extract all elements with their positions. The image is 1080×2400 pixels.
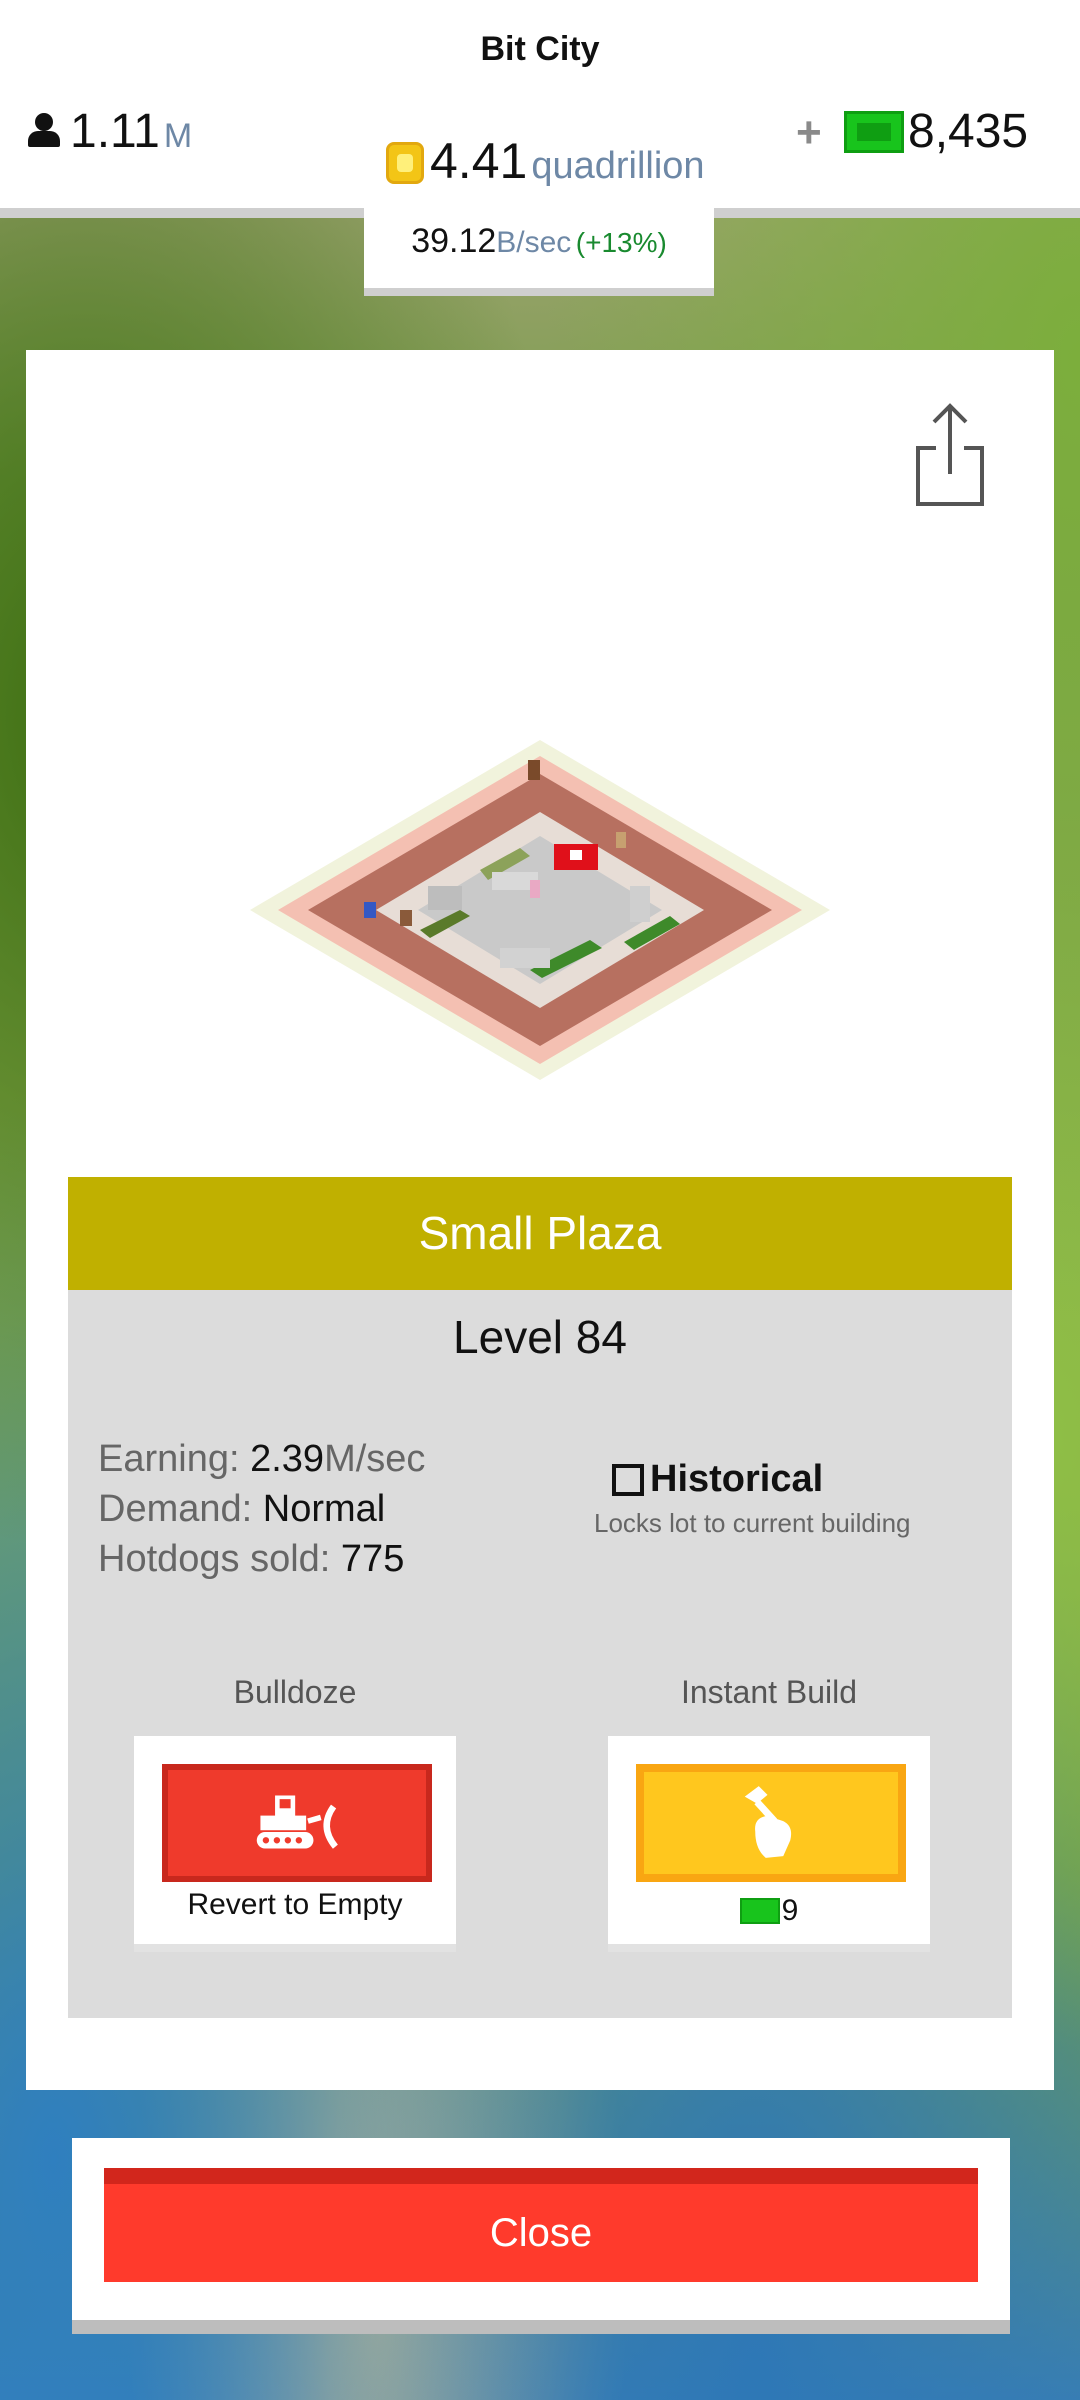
- demand-value: Normal: [262, 1488, 386, 1530]
- bulldoze-card[interactable]: Revert to Empty: [134, 1736, 456, 1952]
- hammer-hand-icon: [744, 1786, 792, 1858]
- cash-counter[interactable]: 8,435: [844, 104, 1028, 159]
- building-info: Level 84 Earning: 2.39M/sec Demand: Norm…: [68, 1290, 1012, 2018]
- population-counter: 1.11 M: [26, 104, 192, 159]
- coin-icon: [386, 142, 424, 184]
- earning-stat: Earning: 2.39M/sec: [98, 1438, 425, 1481]
- coins-value: 4.41: [430, 133, 528, 189]
- building-level: Level 84: [453, 1311, 627, 1363]
- hotdogs-label: Hotdogs sold:: [98, 1538, 341, 1580]
- cash-icon: [844, 110, 904, 153]
- building-name: Small Plaza: [68, 1177, 1012, 1290]
- person-icon: [26, 113, 62, 149]
- hotdogs-value: 775: [340, 1538, 405, 1580]
- instant-build-card[interactable]: 9: [608, 1736, 930, 1952]
- instant-build-cost: 9: [608, 1894, 930, 1928]
- bulldoze-caption: Revert to Empty: [187, 1888, 403, 1921]
- earning-label: Earning:: [98, 1438, 251, 1480]
- demand-label: Demand:: [98, 1488, 263, 1530]
- close-button[interactable]: Close: [104, 2168, 978, 2282]
- instant-build-cost-value: 9: [781, 1894, 799, 1927]
- demand-stat: Demand: Normal: [98, 1488, 385, 1531]
- share-icon[interactable]: [910, 400, 990, 510]
- population-value: 1.11: [70, 105, 160, 158]
- historical-toggle[interactable]: Historical: [612, 1458, 823, 1501]
- buy-cash-plus[interactable]: +: [796, 108, 822, 158]
- bulldoze-button[interactable]: [162, 1764, 432, 1882]
- population-unit: M: [163, 117, 193, 155]
- close-area: Close: [72, 2138, 1010, 2334]
- building-preview: [250, 740, 830, 1080]
- rate-bonus: (+13%): [575, 227, 667, 258]
- hotdogs-stat: Hotdogs sold: 775: [98, 1538, 404, 1581]
- earning-unit: M/sec: [324, 1438, 426, 1480]
- app-title: Bit City: [480, 30, 600, 68]
- coins-counter: 4.41 quadrillion: [386, 132, 705, 190]
- cash-icon: [739, 1898, 780, 1924]
- bulldozer-icon: [256, 1795, 338, 1849]
- bulldoze-label: Bulldoze: [233, 1674, 357, 1710]
- coins-unit: quadrillion: [531, 145, 705, 187]
- instant-build-button[interactable]: [636, 1764, 906, 1882]
- top-bar: Bit City 1.11 M 4.41 quadrillion + 8,435: [0, 0, 1080, 218]
- income-rate: 39.12B/sec (+13%): [364, 208, 714, 296]
- earning-value: 2.39: [250, 1438, 325, 1480]
- historical-description: Locks lot to current building: [594, 1508, 911, 1538]
- rate-value: 39.12: [411, 222, 497, 260]
- historical-checkbox[interactable]: [612, 1463, 644, 1496]
- historical-label: Historical: [650, 1458, 824, 1500]
- instant-build-label: Instant Build: [680, 1674, 858, 1710]
- cash-value: 8,435: [908, 105, 1029, 158]
- rate-unit: B/sec: [496, 226, 572, 259]
